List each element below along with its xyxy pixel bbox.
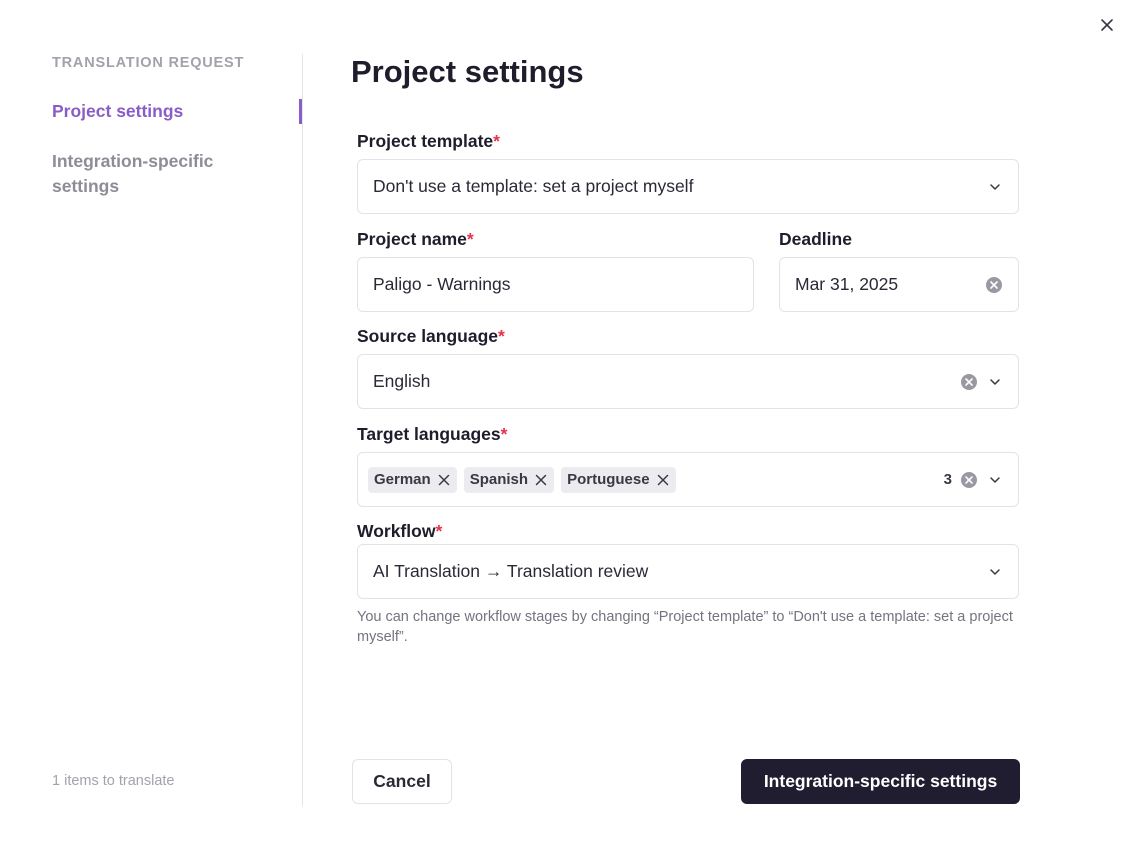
source-language-label-text: Source language [357, 326, 499, 346]
workflow-hint: You can change workflow stages by changi… [357, 609, 1013, 645]
chevron-down-icon[interactable] [987, 564, 1003, 580]
tag-remove-icon[interactable] [437, 473, 451, 487]
chevron-down-icon[interactable] [987, 374, 1003, 390]
deadline-value: Mar 31, 2025 [795, 274, 899, 294]
project-name-value: Paligo - Warnings [373, 274, 511, 294]
workflow-label-text: Workflow [357, 521, 436, 541]
source-language-value: English [373, 371, 431, 391]
project-name-label: Project name* [357, 229, 474, 250]
clear-circle-icon[interactable] [960, 471, 978, 489]
selected-count: 3 [943, 471, 952, 488]
workflow-value: AI Translation → Translation review [373, 561, 649, 581]
deadline-input[interactable]: Mar 31, 2025 [779, 257, 1019, 312]
tag-label: Portuguese [567, 471, 650, 488]
items-count: 1 items to translate [52, 773, 175, 789]
deadline-label: Deadline [779, 229, 852, 250]
tag-portuguese: Portuguese [561, 466, 676, 493]
clear-circle-icon[interactable] [960, 373, 978, 391]
source-language-select[interactable]: English [357, 354, 1019, 409]
sidebar-item-project-settings[interactable]: Project settings [52, 99, 183, 124]
tag-remove-icon[interactable] [534, 473, 548, 487]
chevron-down-icon[interactable] [987, 179, 1003, 195]
required-mark: * [498, 326, 505, 346]
tag-spanish: Spanish [463, 466, 555, 493]
sidebar-heading: TRANSLATION REQUEST [52, 55, 245, 71]
required-mark: * [493, 131, 500, 151]
project-name-input[interactable]: Paligo - Warnings [357, 257, 754, 312]
project-template-label: Project template* [357, 131, 500, 152]
cancel-button[interactable]: Cancel [352, 759, 452, 804]
project-name-label-text: Project name [357, 229, 467, 249]
project-template-select[interactable]: Don't use a template: set a project myse… [357, 159, 1019, 214]
tag-label: Spanish [469, 471, 529, 488]
deadline-label-text: Deadline [779, 229, 852, 249]
chevron-down-icon[interactable] [987, 472, 1003, 488]
close-icon [1101, 19, 1113, 31]
workflow-select[interactable]: AI Translation → Translation review [357, 544, 1019, 599]
sidebar-item-integration-settings[interactable]: Integration-specific settings [52, 149, 272, 199]
sidebar-divider [302, 54, 303, 806]
target-languages-label-text: Target languages [357, 424, 501, 444]
page-title: Project settings [351, 54, 584, 89]
tag-label: German [374, 471, 431, 488]
project-template-value: Don't use a template: set a project myse… [373, 176, 694, 196]
required-mark: * [435, 521, 443, 541]
workflow-label: Workflow* [357, 521, 442, 542]
tag-remove-icon[interactable] [656, 473, 670, 487]
close-button[interactable] [1096, 14, 1118, 36]
target-languages-select[interactable]: German Spanish Portuguese 3 [357, 452, 1019, 507]
target-languages-label: Target languages* [357, 424, 507, 445]
sidebar: TRANSLATION REQUEST Project settings Int… [0, 0, 302, 846]
required-mark: * [500, 424, 508, 444]
tag-german: German [368, 466, 457, 493]
required-mark: * [466, 229, 474, 249]
project-template-label-text: Project template [357, 131, 494, 151]
source-language-label: Source language* [357, 326, 505, 347]
clear-circle-icon[interactable] [985, 276, 1003, 294]
target-language-tags: German Spanish Portuguese [368, 466, 944, 493]
integration-settings-button[interactable]: Integration-specific settings [741, 759, 1020, 804]
